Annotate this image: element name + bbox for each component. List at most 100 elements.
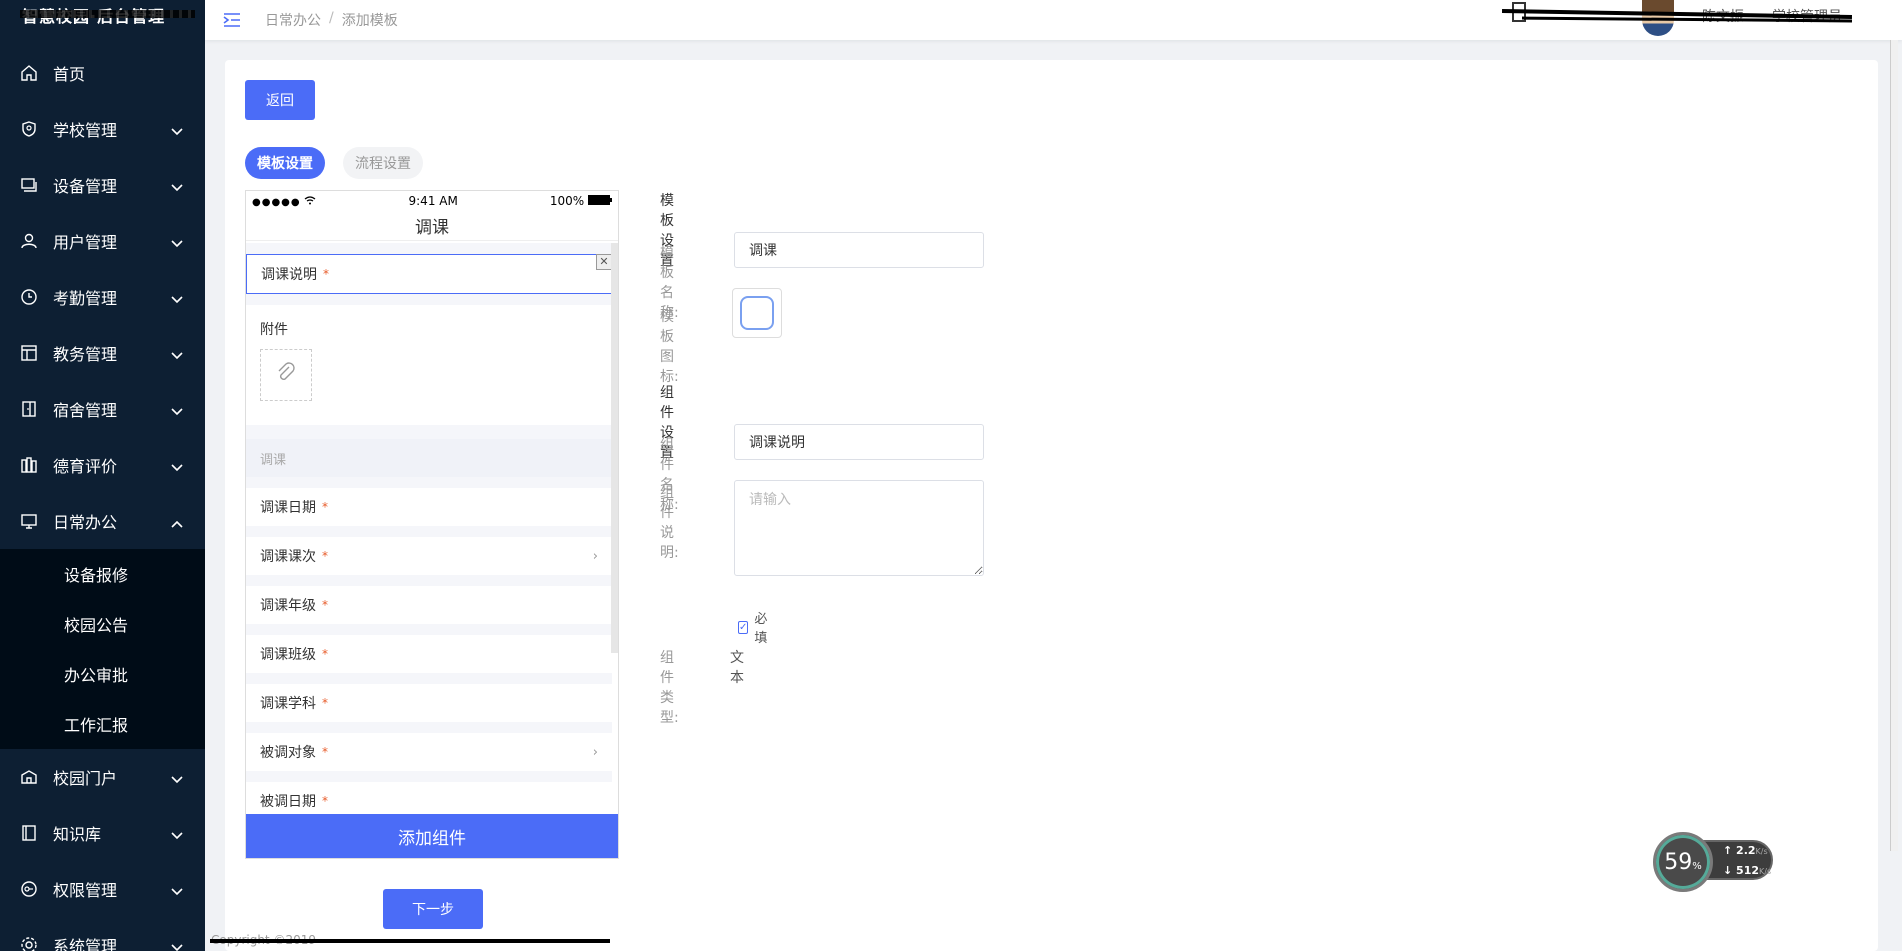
required-mark: * <box>322 598 328 612</box>
book-icon <box>20 824 38 842</box>
breadcrumb-item[interactable]: 日常办公 <box>265 10 321 30</box>
sidebar-item-home[interactable]: 首页 <box>0 45 205 101</box>
sidebar-item-label: 宿舍管理 <box>53 401 118 420</box>
form-field[interactable]: 被调日期 * <box>246 782 612 808</box>
sidebar-item-user[interactable]: 用户管理 <box>0 213 205 269</box>
sidebar-item-label: 日常办公 <box>53 513 118 532</box>
layout-icon <box>20 344 38 362</box>
phone-scrollbar[interactable] <box>611 243 618 653</box>
form-field[interactable]: 调课学科 * <box>246 684 612 722</box>
sidebar-item-academic[interactable]: 教务管理 <box>0 325 205 381</box>
network-speed-widget[interactable]: ↑ 2.2K/s ↓ 512K/s 59% <box>1653 832 1773 892</box>
memory-usage-gauge: 59% <box>1653 832 1713 892</box>
required-mark: * <box>323 267 329 281</box>
chevron-down-icon <box>171 178 183 196</box>
next-step-button[interactable]: 下一步 <box>383 889 483 929</box>
sidebar-item-label: 用户管理 <box>53 233 118 252</box>
breadcrumb: 日常办公 / 添加模板 <box>265 10 398 30</box>
attachment-label: 附件 <box>260 322 288 338</box>
redaction-scribble <box>20 10 195 18</box>
page-scrollbar[interactable] <box>1890 40 1898 851</box>
required-mark: * <box>322 696 328 710</box>
sidebar-item-system[interactable]: 系统管理 <box>0 917 205 951</box>
breadcrumb-separator: / <box>329 10 334 26</box>
chevron-down-icon <box>171 882 183 900</box>
sidebar-subitem-notice[interactable]: 校园公告 <box>0 599 205 649</box>
home-icon <box>20 64 38 82</box>
header-user-area[interactable]: 陈文振 学校管理员 <box>1501 0 1902 40</box>
form-field[interactable]: 调课日期 * <box>246 488 612 526</box>
phone-title: 调课 <box>246 211 618 241</box>
template-name-input[interactable] <box>734 232 984 268</box>
sidebar-item-school[interactable]: 学校管理 <box>0 101 205 157</box>
tab-flow-settings[interactable]: 流程设置 <box>343 147 423 179</box>
component-type-value: 文本 <box>730 650 744 686</box>
template-icon-picker[interactable] <box>732 288 782 338</box>
close-icon[interactable]: ✕ <box>596 254 612 270</box>
add-component-button[interactable]: 添加组件 <box>246 814 618 858</box>
tabs: 模板设置 流程设置 <box>245 147 423 179</box>
sidebar-item-office[interactable]: 日常办公 <box>0 493 205 549</box>
office-submenu: 设备报修 校园公告 办公审批 工作汇报 <box>0 549 205 749</box>
form-field[interactable]: 调课课次 * › <box>246 537 612 575</box>
component-name-input[interactable] <box>734 424 984 460</box>
sidebar-item-dorm[interactable]: 宿舍管理 <box>0 381 205 437</box>
selected-component[interactable]: 调课说明 * ✕ <box>246 254 612 294</box>
gear-icon <box>20 936 38 951</box>
sidebar-item-label: 系统管理 <box>53 937 118 951</box>
redaction-scribble <box>210 939 610 943</box>
attachment-upload-box[interactable] <box>260 349 312 401</box>
chevron-right-icon: › <box>592 548 598 564</box>
battery-icon <box>588 195 612 205</box>
clock-icon <box>20 288 38 306</box>
chevron-down-icon <box>171 346 183 364</box>
back-button[interactable]: 返回 <box>245 80 315 120</box>
tab-template-settings[interactable]: 模板设置 <box>245 147 325 179</box>
phone-preview: ●●●●● 9:41 AM 100% 调课 调课说明 * ✕ 附件 调课 调课日期… <box>245 190 619 859</box>
component-type-label: 组件类型: <box>660 650 679 726</box>
sidebar-item-knowledge[interactable]: 知识库 <box>0 805 205 861</box>
template-icon-label: 模板图标: <box>660 309 679 385</box>
sidebar-item-label: 设备管理 <box>53 177 118 196</box>
attachment-component[interactable]: 附件 <box>246 305 612 425</box>
required-mark: * <box>322 647 328 661</box>
sidebar-item-label: 权限管理 <box>53 881 118 900</box>
breadcrumb-item-current: 添加模板 <box>341 13 398 29</box>
required-mark: * <box>322 745 328 759</box>
menu-fold-icon[interactable] <box>223 13 241 27</box>
form-field[interactable]: 被调对象 * › <box>246 733 612 771</box>
field-label: 调课班级 <box>260 647 316 663</box>
upload-speed: ↑ 2.2K/s <box>1723 844 1768 857</box>
key-icon <box>20 880 38 898</box>
gate-icon <box>20 768 38 786</box>
sidebar-subitem-approval[interactable]: 办公审批 <box>0 649 205 699</box>
sidebar-item-attendance[interactable]: 考勤管理 <box>0 269 205 325</box>
chevron-down-icon <box>171 938 183 951</box>
sidebar-subitem-report[interactable]: 工作汇报 <box>0 699 205 749</box>
chevron-down-icon <box>171 458 183 476</box>
section-divider: 调课 <box>246 439 612 477</box>
form-field[interactable]: 调课年级 * <box>246 586 612 624</box>
required-checkbox[interactable]: ✓ 必填 <box>738 608 770 646</box>
sidebar-item-portal[interactable]: 校园门户 <box>0 749 205 805</box>
form-field[interactable]: 调课班级 * <box>246 635 612 673</box>
sidebar-item-moral[interactable]: 德育评价 <box>0 437 205 493</box>
chevron-right-icon: › <box>592 744 598 760</box>
sidebar-item-device[interactable]: 设备管理 <box>0 157 205 213</box>
battery: 100% <box>550 194 612 208</box>
sidebar-item-label: 学校管理 <box>53 121 118 140</box>
chevron-down-icon <box>171 770 183 788</box>
sidebar-item-label: 教务管理 <box>53 345 118 364</box>
sidebar-subitem-repair[interactable]: 设备报修 <box>0 549 205 599</box>
component-desc-textarea[interactable] <box>734 480 984 576</box>
sidebar-item-label: 德育评价 <box>53 457 118 476</box>
field-label: 调课学科 <box>260 696 316 712</box>
field-label: 调课课次 <box>260 549 316 565</box>
chevron-down-icon <box>171 122 183 140</box>
chevron-up-icon <box>171 514 183 532</box>
signal-icon: ●●●●● <box>252 194 316 208</box>
shield-icon <box>20 120 38 138</box>
device-icon <box>20 176 38 194</box>
sidebar-item-permission[interactable]: 权限管理 <box>0 861 205 917</box>
sidebar-item-label: 首页 <box>53 65 86 84</box>
